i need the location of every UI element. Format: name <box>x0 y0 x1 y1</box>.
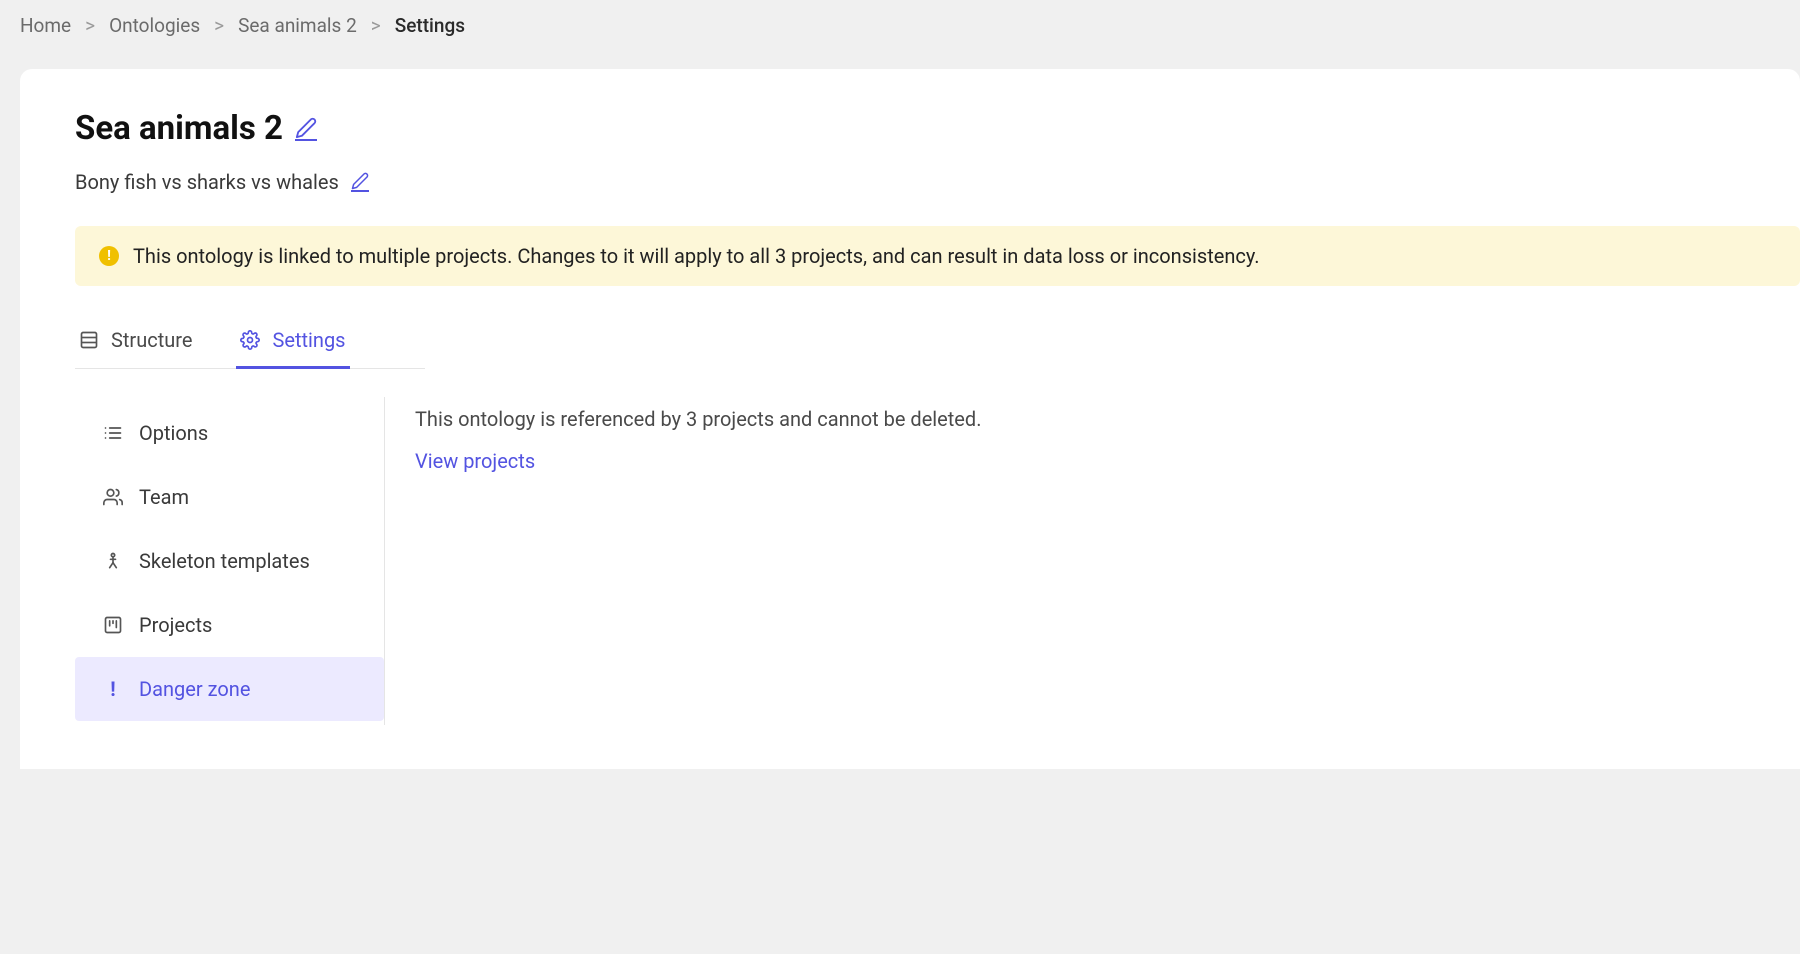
sidebar-item-team[interactable]: Team <box>75 465 384 529</box>
users-icon <box>103 487 123 507</box>
warning-icon: ! <box>99 246 119 266</box>
warning-alert: ! This ontology is linked to multiple pr… <box>75 226 1800 286</box>
danger-zone-content: This ontology is referenced by 3 project… <box>385 397 981 725</box>
chevron-right-icon: > <box>371 14 381 37</box>
warning-message: This ontology is linked to multiple proj… <box>133 244 1260 268</box>
breadcrumb-ontologies[interactable]: Ontologies <box>109 14 200 37</box>
sidebar-item-label: Team <box>139 485 189 509</box>
sidebar-item-label: Options <box>139 421 208 445</box>
title-row: Sea animals 2 <box>75 109 1800 148</box>
sidebar-item-projects[interactable]: Projects <box>75 593 384 657</box>
pencil-icon <box>295 117 317 139</box>
skeleton-icon <box>103 551 123 571</box>
breadcrumb-current: Settings <box>395 14 465 37</box>
settings-sidebar: Options Team Skeleton templates Projects <box>75 397 385 725</box>
sidebar-item-label: Skeleton templates <box>139 549 310 573</box>
delete-restriction-text: This ontology is referenced by 3 project… <box>415 407 981 431</box>
tabs: Structure Settings <box>75 328 425 369</box>
structure-icon <box>79 330 99 350</box>
tab-structure[interactable]: Structure <box>75 328 196 369</box>
chevron-right-icon: > <box>214 14 224 37</box>
tab-settings[interactable]: Settings <box>236 328 349 369</box>
breadcrumb-sea-animals[interactable]: Sea animals 2 <box>238 14 357 37</box>
edit-subtitle-button[interactable] <box>351 172 369 192</box>
subtitle-row: Bony fish vs sharks vs whales <box>75 170 1800 194</box>
tab-settings-label: Settings <box>272 328 345 352</box>
sidebar-item-label: Danger zone <box>139 677 250 701</box>
sidebar-item-label: Projects <box>139 613 212 637</box>
chevron-right-icon: > <box>85 14 95 37</box>
page-title: Sea animals 2 <box>75 109 283 148</box>
sidebar-item-danger-zone[interactable]: ! Danger zone <box>75 657 384 721</box>
page-subtitle: Bony fish vs sharks vs whales <box>75 170 339 194</box>
tab-structure-label: Structure <box>111 328 192 352</box>
list-icon <box>103 423 123 443</box>
sidebar-item-options[interactable]: Options <box>75 401 384 465</box>
breadcrumb-home[interactable]: Home <box>20 14 71 37</box>
edit-title-button[interactable] <box>295 117 317 141</box>
breadcrumb: Home > Ontologies > Sea animals 2 > Sett… <box>0 0 1800 51</box>
gear-icon <box>240 330 260 350</box>
exclamation-icon: ! <box>103 677 123 701</box>
sidebar-item-skeleton-templates[interactable]: Skeleton templates <box>75 529 384 593</box>
projects-icon <box>103 615 123 635</box>
settings-body: Options Team Skeleton templates Projects <box>75 397 1800 725</box>
pencil-icon <box>351 172 369 190</box>
main-card: Sea animals 2 Bony fish vs sharks vs wha… <box>20 69 1800 769</box>
view-projects-link[interactable]: View projects <box>415 449 535 473</box>
